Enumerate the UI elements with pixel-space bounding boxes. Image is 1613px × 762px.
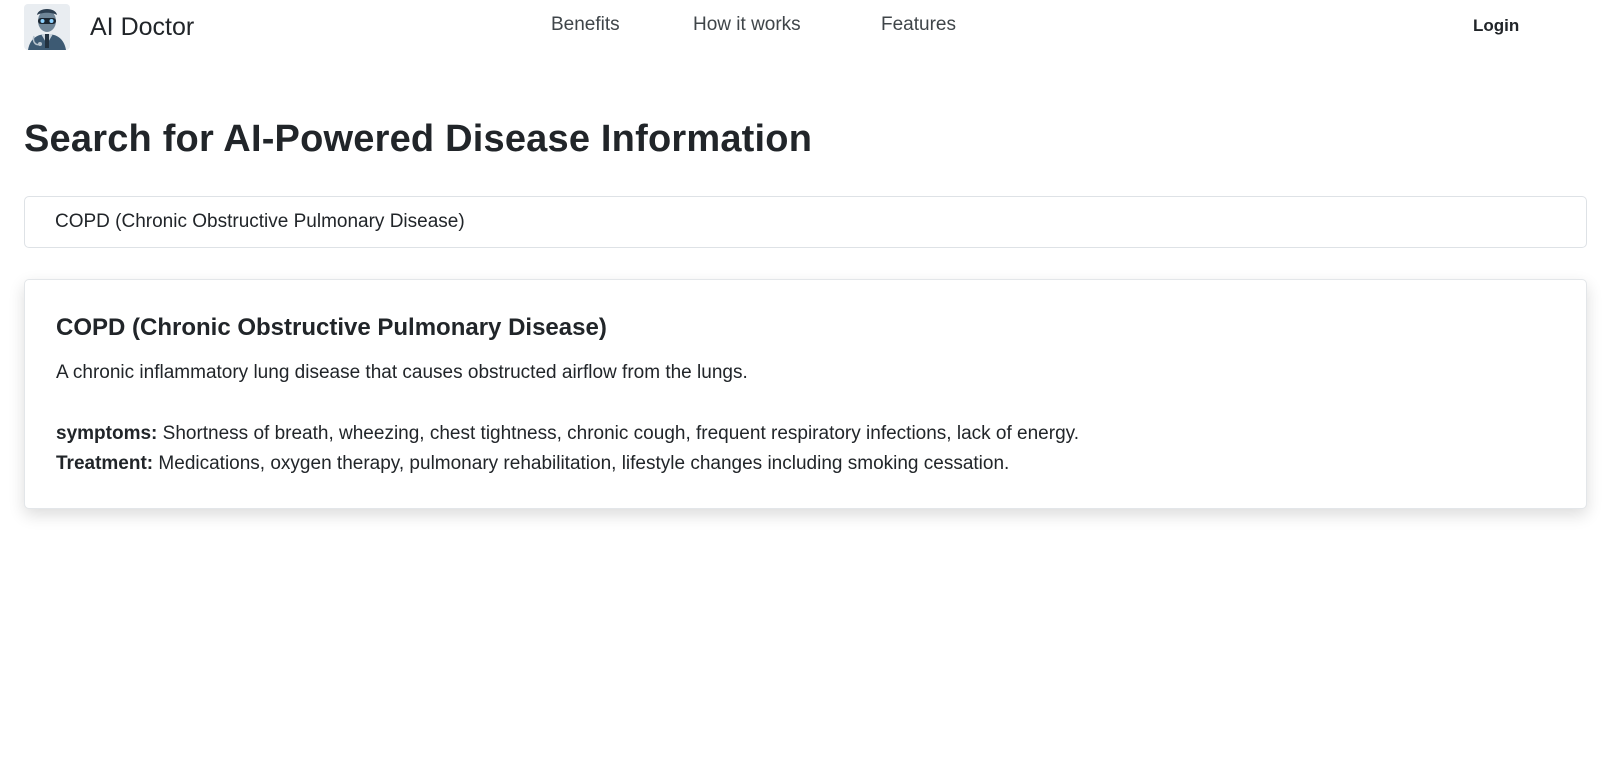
- login-button[interactable]: Login: [1473, 16, 1519, 36]
- navbar: AI Doctor Benefits How it works Features…: [0, 0, 1613, 54]
- page-title: Search for AI-Powered Disease Informatio…: [24, 118, 813, 160]
- disease-description: A chronic inflammatory lung disease that…: [56, 362, 748, 383]
- symptoms-text: Shortness of breath, wheezing, chest tig…: [162, 423, 1080, 444]
- nav-link-how-it-works[interactable]: How it works: [693, 14, 801, 36]
- treatment-label: Treatment:: [56, 453, 154, 474]
- symptoms-line: symptoms: Shortness of breath, wheezing,…: [56, 423, 1079, 445]
- search-input[interactable]: [24, 196, 1587, 248]
- nav-link-benefits[interactable]: Benefits: [551, 14, 620, 36]
- disease-name: COPD (Chronic Obstructive Pulmonary Dise…: [56, 314, 607, 341]
- nav-link-features[interactable]: Features: [881, 14, 956, 36]
- main-nav: Benefits How it works Features: [0, 0, 1613, 54]
- treatment-text: Medications, oxygen therapy, pulmonary r…: [158, 453, 1010, 474]
- treatment-line: Treatment: Medications, oxygen therapy, …: [56, 453, 1009, 475]
- disease-result-card: COPD (Chronic Obstructive Pulmonary Dise…: [24, 279, 1587, 509]
- symptoms-label: symptoms:: [56, 423, 158, 444]
